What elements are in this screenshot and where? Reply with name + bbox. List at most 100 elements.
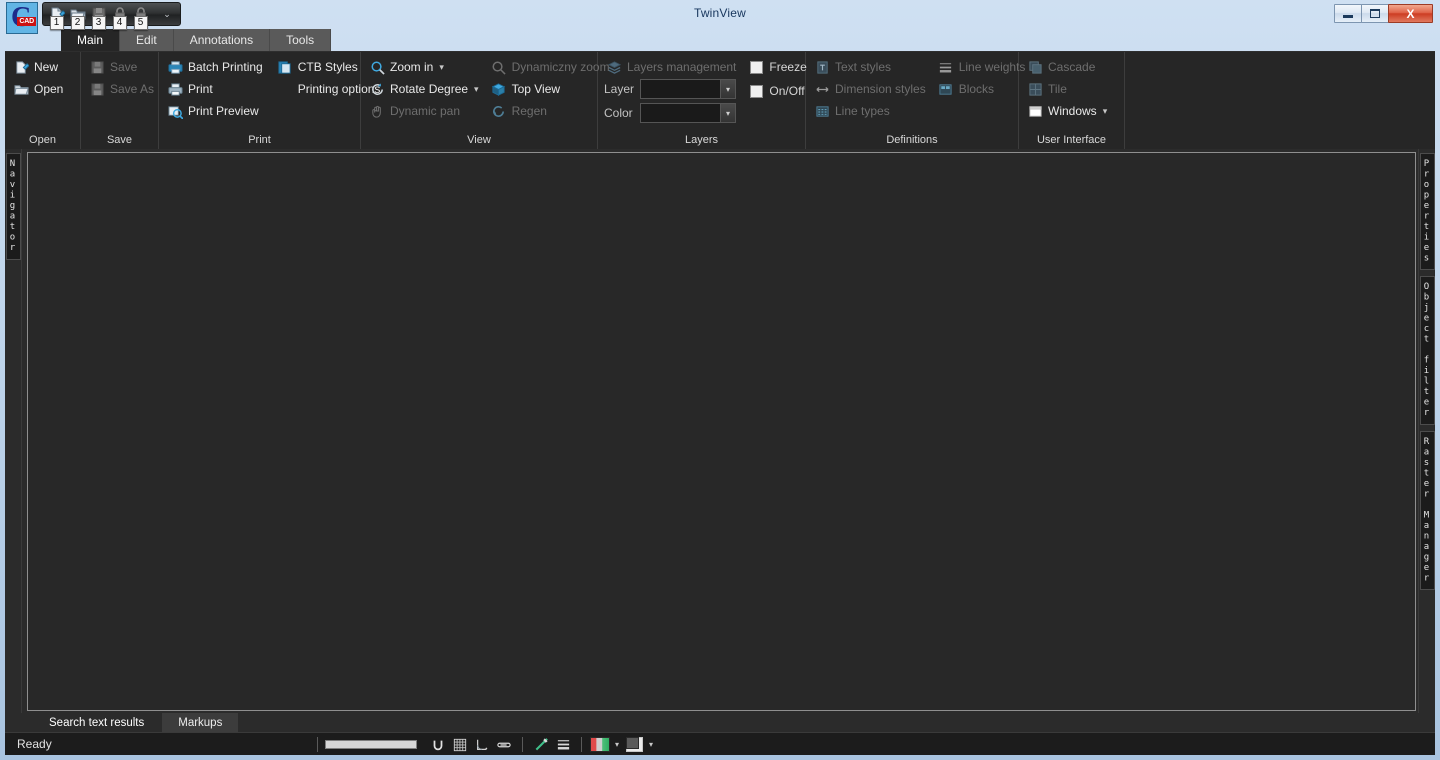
ribbon-group-save: Save Save As Save [81,52,159,149]
top-view-label: Top View [511,82,561,96]
cascade-label: Cascade [1048,60,1096,74]
group-column: Batch Printing Print Print Preview [165,56,267,122]
dimension-styles-icon [814,81,830,97]
qat-customize-button[interactable]: ⌄ [159,4,175,24]
save-as-button[interactable]: Save As [87,78,158,100]
maximize-button[interactable] [1361,4,1389,23]
qat-save-document-button[interactable]: 3 [88,4,109,30]
close-button[interactable]: X [1388,4,1433,23]
print-preview-button[interactable]: Print Preview [165,100,267,122]
tab-search-text-results[interactable]: Search text results [33,713,163,732]
line-types-button[interactable]: Line types [812,100,930,122]
top-view-icon [491,81,507,97]
dynamic-pan-label: Dynamic pan [390,104,461,118]
lineweight-icon[interactable] [552,735,574,755]
windows-label: Windows [1048,104,1097,118]
group-title-layers: Layers [684,134,719,146]
windows-button[interactable]: Windows ▾ [1025,100,1111,122]
batch-printing-button[interactable]: Batch Printing [165,56,267,78]
sidebar-tab-object-filter[interactable]: Object filter [1419,276,1435,425]
dimension-styles-button[interactable]: Dimension styles [812,78,930,100]
freeze-checkbox[interactable] [750,60,764,74]
blocks-label: Blocks [958,82,995,96]
chevron-down-icon[interactable]: ▾ [645,735,657,755]
quick-access-area: C CAD 1 2 [0,0,181,34]
dimension-styles-label: Dimension styles [835,82,926,96]
dynamic-pan-button[interactable]: Dynamic pan [367,100,483,122]
layer-combobox[interactable]: ▾ [640,79,736,99]
open-folder-icon [13,81,29,97]
tab-tools[interactable]: Tools [270,29,332,51]
sidebar-tab-raster-manager[interactable]: Raster Manager [1419,430,1435,590]
layer-swatch [625,737,643,752]
zoom-in-label: Zoom in [390,60,434,74]
save-as-button-label: Save As [110,82,155,96]
status-separator [522,737,523,752]
layer-field-label: Layer [604,82,635,96]
grid-icon[interactable] [449,735,471,755]
right-panel-tabbar: Properties Object filter Raster Manager [1418,149,1435,713]
onoff-checkbox[interactable] [750,84,764,98]
snap-magnet-icon[interactable] [427,735,449,755]
group-title-definitions: Definitions [886,134,938,146]
print-button[interactable]: Print [165,78,267,100]
dynamiczny-zoom-label: Dynamiczny zoom [511,60,610,74]
cascade-icon [1027,59,1043,75]
zoom-slider[interactable] [325,740,417,749]
zoom-in-icon [369,59,385,75]
sidebar-tab-properties[interactable]: Properties [1419,153,1435,270]
tile-button[interactable]: Tile [1025,78,1111,100]
chevron-down-icon[interactable]: ▾ [611,735,623,755]
application-logo[interactable]: C CAD [6,2,38,34]
minimize-button[interactable] [1334,4,1362,23]
open-button[interactable]: Open [11,78,67,100]
pointer-tool-icon[interactable] [530,735,552,755]
regen-icon [491,103,507,119]
ribbon-group-print: Batch Printing Print Print Preview CTB S… [159,52,380,149]
chevron-down-icon[interactable]: ▾ [720,104,735,122]
layer-swatch-button[interactable] [623,735,645,755]
qat-open-document-button[interactable]: 2 [67,4,88,30]
ortho-icon[interactable] [471,735,493,755]
line-weights-button[interactable]: Line weights [936,56,1030,78]
blocks-button[interactable]: Blocks [936,78,1030,100]
chevron-down-icon[interactable]: ▾ [720,80,735,98]
qat-lock-a-button[interactable]: 4 [109,4,130,30]
cascade-button[interactable]: Cascade [1025,56,1111,78]
ctb-styles-icon [277,59,293,75]
sidebar-tab-navigator[interactable]: Navigator [5,153,21,260]
regen-label: Regen [511,104,547,118]
qat-new-document-button[interactable]: 1 [46,4,67,30]
measure-icon[interactable] [493,735,515,755]
save-button[interactable]: Save [87,56,158,78]
freeze-checkbox-row[interactable]: Freeze [750,56,807,78]
zoom-in-button[interactable]: Zoom in ▾ [367,56,483,78]
save-button-label: Save [110,60,138,74]
batch-printing-icon [167,59,183,75]
tab-annotations[interactable]: Annotations [173,29,271,51]
printer-icon [167,81,183,97]
drawing-canvas[interactable] [27,152,1416,711]
text-styles-button[interactable]: Text styles [812,56,930,78]
line-types-icon [814,103,830,119]
layers-stack-icon [606,59,622,75]
chevron-down-icon[interactable]: ▾ [1103,106,1108,117]
chevron-down-icon[interactable]: ▾ [439,62,444,73]
color-combobox[interactable]: ▾ [640,103,736,123]
new-button[interactable]: New [11,56,67,78]
qat-lock-b-button[interactable]: 5 [130,4,151,30]
onoff-checkbox-row[interactable]: On/Off [750,80,806,102]
color-swatch-button[interactable] [589,735,611,755]
chevron-down-icon[interactable]: ▾ [474,84,479,95]
layers-management-button[interactable]: Layers management [604,56,740,78]
rotate-degree-button[interactable]: Rotate Degree ▾ [367,78,483,100]
minimize-icon [1343,15,1353,18]
status-separator [317,737,318,752]
bottom-tabbar: Search text results Markups [5,713,1435,732]
qat-keytip-3: 3 [91,16,106,30]
group-title-open: Open [29,134,56,146]
ribbon-group-open: New Open Open [5,52,81,149]
tab-markups[interactable]: Markups [162,713,241,732]
window-controls: X [1334,4,1433,23]
group-body: Batch Printing Print Print Preview CTB S… [165,56,380,122]
